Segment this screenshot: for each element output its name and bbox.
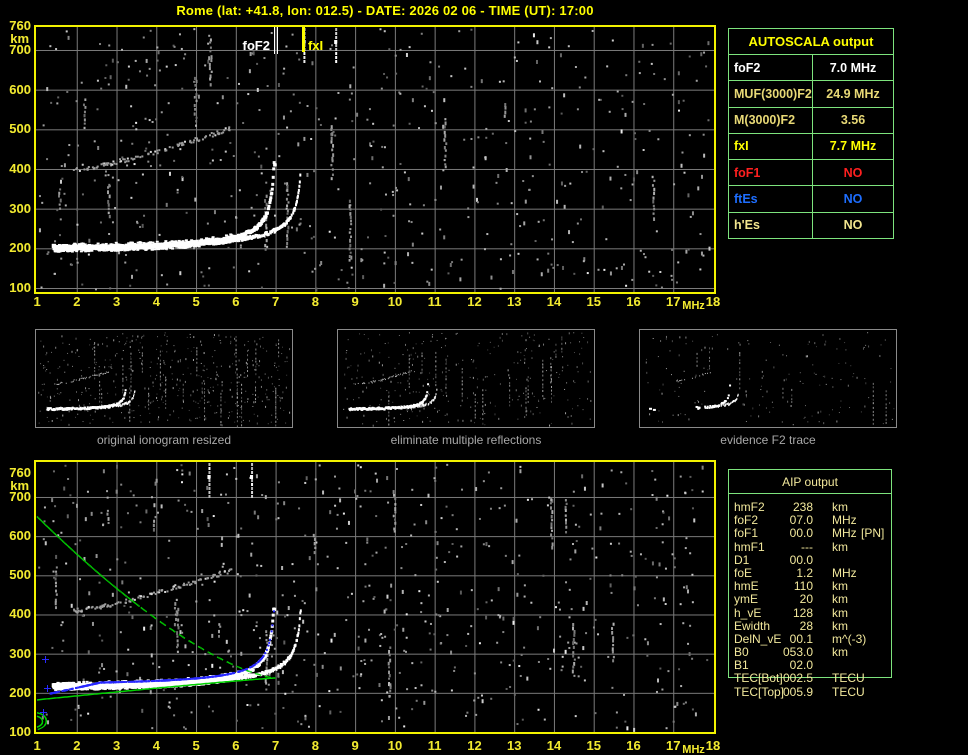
parameter-label: ftEs — [729, 186, 813, 212]
parameter-value: NO — [843, 218, 863, 233]
aip-row-foe: foE 1.2 MHz — [728, 565, 892, 580]
aip-label: foE — [734, 565, 753, 580]
aip-value: 002.5 — [782, 671, 813, 686]
parameter-label: MUF(3000)F2 — [729, 81, 813, 107]
thumbnail-caption-original: original ionogram resized — [96, 433, 232, 447]
aip-label: Ewidth — [734, 618, 771, 633]
aip-table-rows: hmF2 238 km foF2 07.0 MHz foF1 00.0 MHz [PN] hmF1 -… — [728, 500, 892, 699]
aip-label: foF1 — [734, 526, 759, 541]
aip-value: 238 — [792, 500, 813, 514]
aip-row-hmf1: hmF1 --- km — [728, 539, 892, 554]
autoscala-row-hes: h'Es NO — [729, 211, 893, 238]
aip-unit: MHz — [832, 565, 857, 580]
aip-value: 110 — [793, 579, 813, 594]
aip-unit: km — [832, 579, 848, 594]
aip-value: 28 — [799, 618, 813, 633]
parameter-value: 24.9 MHz — [826, 86, 880, 101]
aip-row-b1: B1 02.0 — [728, 658, 892, 673]
aip-extra: [PN] — [861, 526, 885, 541]
aip-unit: TECU — [832, 684, 865, 699]
top-ionogram-plot — [0, 20, 730, 316]
aip-unit: MHz — [832, 513, 857, 528]
thumbnail-caption-evidence: evidence F2 trace — [720, 433, 816, 447]
aip-unit: km — [832, 592, 848, 607]
aip-label: foF2 — [734, 513, 759, 528]
autoscala-window: Rome (lat: +41.8, lon: 012.5) - DATE: 20… — [0, 0, 968, 755]
aip-label: hmF1 — [734, 539, 765, 554]
aip-value: 02.0 — [789, 658, 813, 673]
aip-value: 128 — [792, 605, 813, 620]
autoscala-output-table: AUTOSCALA output foF2 7.0 MHz MUF(3000)F2 2… — [728, 28, 894, 239]
aip-value: 20 — [799, 592, 813, 607]
aip-row-hve: h_vE 128 km — [728, 605, 892, 620]
parameter-value: 7.0 MHz — [829, 60, 877, 75]
aip-value: --- — [801, 539, 813, 554]
thumbnail-evidence-f2-trace — [639, 329, 897, 428]
aip-unit: km — [832, 500, 848, 514]
aip-unit: km — [832, 539, 848, 554]
parameter-value: NO — [843, 165, 863, 180]
aip-value: 07.0 — [789, 513, 813, 528]
aip-unit: km — [832, 605, 848, 620]
aip-table-title: AIP output — [729, 470, 891, 494]
thumbnail-caption-eliminate: eliminate multiple reflections — [390, 433, 542, 447]
autoscala-table-rows: foF2 7.0 MHz MUF(3000)F2 24.9 MHz M(3000)F2 3… — [729, 54, 893, 238]
aip-row-fof2: foF2 07.0 MHz — [728, 513, 892, 528]
aip-row-delnve: DelN_vE 00.1 m^(-3) — [728, 631, 892, 646]
aip-label: B1 — [734, 658, 749, 673]
autoscala-row-fof2: foF2 7.0 MHz — [729, 54, 893, 81]
autoscala-row-m3000f2: M(3000)F2 3.56 — [729, 106, 893, 133]
aip-label: hmE — [734, 579, 759, 594]
thumbnail-eliminate-reflections — [337, 329, 595, 428]
aip-unit: km — [832, 618, 848, 633]
aip-row-tecbot: TEC[Bot] 002.5 TECU — [728, 671, 892, 686]
aip-value: 053.0 — [782, 645, 813, 660]
aip-label: B0 — [734, 645, 749, 660]
aip-row-fof1: foF1 00.0 MHz [PN] — [728, 526, 892, 541]
page-title: Rome (lat: +41.8, lon: 012.5) - DATE: 20… — [176, 3, 594, 18]
parameter-value: NO — [843, 191, 863, 206]
aip-row-d1: D1 00.0 — [728, 552, 892, 567]
parameter-value: 7.7 MHz — [829, 139, 877, 154]
aip-row-ewidth: Ewidth 28 km — [728, 618, 892, 633]
aip-value: 00.1 — [789, 631, 813, 646]
aip-value: 00.0 — [789, 552, 813, 567]
aip-value: 00.0 — [789, 526, 813, 541]
parameter-label: M(3000)F2 — [729, 107, 813, 133]
aip-unit: m^(-3) — [832, 631, 867, 646]
aip-label: D1 — [734, 552, 750, 567]
autoscala-row-ftes: ftEs NO — [729, 185, 893, 212]
autoscala-row-fxi: fxI 7.7 MHz — [729, 132, 893, 160]
aip-label: h_vE — [734, 605, 762, 620]
aip-row-b0: B0 053.0 km — [728, 645, 892, 660]
aip-unit: TECU — [832, 671, 865, 686]
aip-output-table: AIP output hmF2 238 km foF2 07.0 MHz foF1 00.0 M… — [728, 469, 892, 709]
parameter-label: fxI — [729, 133, 813, 160]
thumbnail-original-ionogram — [35, 329, 293, 428]
parameter-label: h'Es — [729, 212, 813, 238]
bottom-ionogram-plot — [0, 455, 730, 755]
aip-row-hme: hmE 110 km — [728, 579, 892, 594]
aip-row-yme: ymE 20 km — [728, 592, 892, 607]
parameter-value: 3.56 — [840, 113, 866, 128]
autoscala-table-title: AUTOSCALA output — [748, 34, 874, 49]
aip-row-hmf2: hmF2 238 km — [728, 500, 892, 514]
aip-label: ymE — [734, 592, 758, 607]
parameter-label: foF1 — [729, 160, 813, 186]
parameter-label: foF2 — [729, 55, 813, 81]
aip-unit: MHz — [832, 526, 857, 541]
aip-value: 1.2 — [796, 565, 813, 580]
autoscala-row-muf3000f2: MUF(3000)F2 24.9 MHz — [729, 80, 893, 107]
autoscala-row-fof1: foF1 NO — [729, 159, 893, 186]
aip-value: 005.9 — [782, 684, 813, 699]
aip-label: hmF2 — [734, 500, 765, 514]
aip-unit: km — [832, 645, 848, 660]
aip-row-tectop: TEC[Top] 005.9 TECU — [728, 684, 892, 699]
